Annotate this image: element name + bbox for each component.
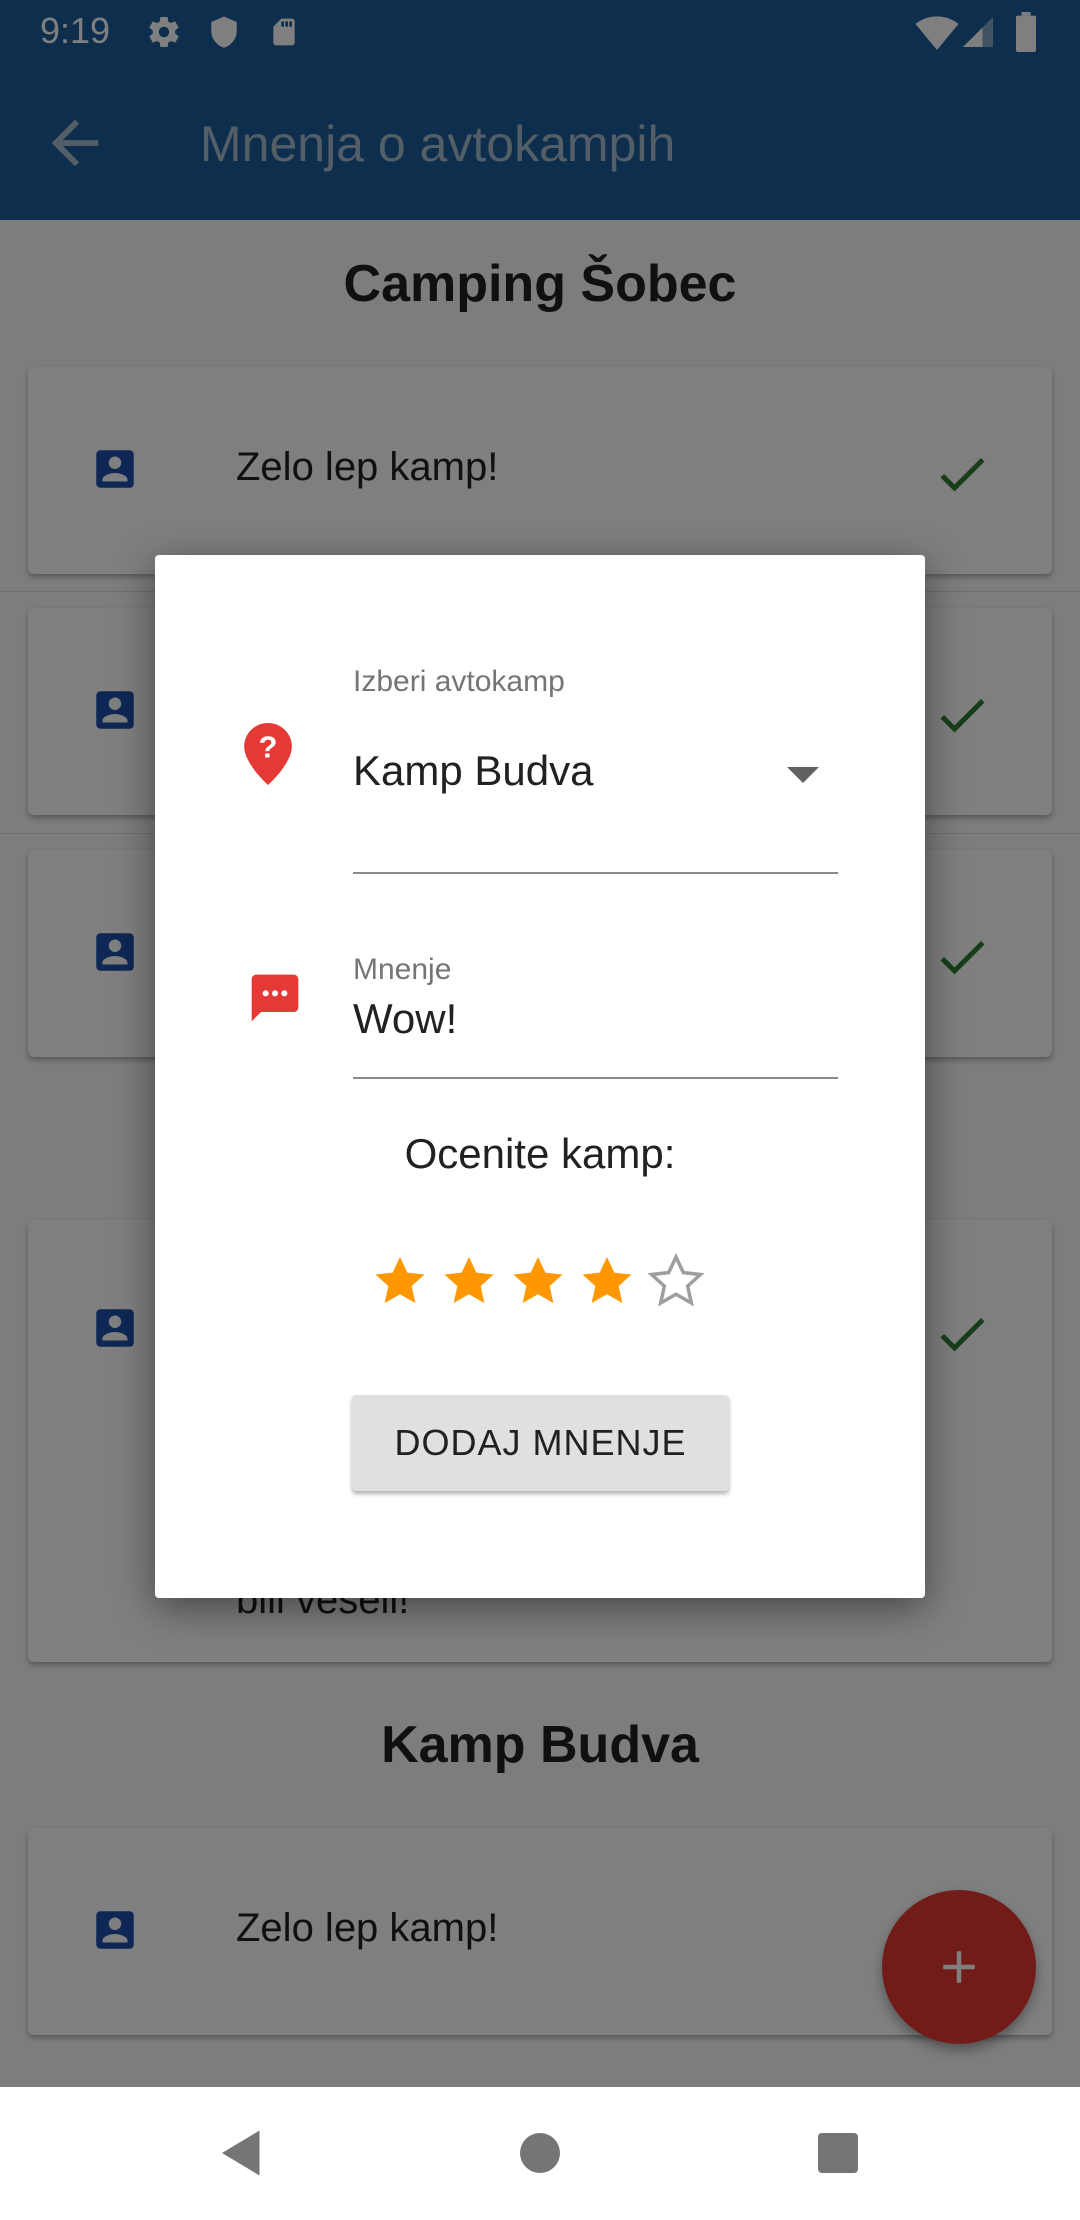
navigation-bar: [0, 2087, 1080, 2220]
camp-select-label: Izberi avtokamp: [353, 665, 565, 698]
camp-select-value[interactable]: Kamp Budva: [353, 747, 593, 795]
star-empty-icon[interactable]: [646, 1252, 706, 1312]
add-review-button[interactable]: DODAJ MNENJE: [352, 1395, 729, 1491]
camp-select-underline: [353, 872, 838, 874]
svg-text:?: ?: [259, 730, 278, 765]
rating-label: Ocenite kamp:: [404, 1130, 676, 1177]
star-filled-icon[interactable]: [577, 1252, 637, 1312]
place-help-icon: ?: [243, 723, 293, 790]
add-review-dialog: ? Izberi avtokamp Kamp Budva Mnenje Wow!…: [155, 555, 925, 1598]
review-field-label: Mnenje: [353, 953, 452, 986]
star-filled-icon[interactable]: [370, 1252, 430, 1312]
star-filled-icon[interactable]: [508, 1252, 568, 1312]
nav-home-icon[interactable]: [510, 2123, 570, 2183]
review-field-value[interactable]: Wow!: [353, 995, 457, 1043]
message-icon: [247, 970, 303, 1031]
star-filled-icon[interactable]: [439, 1252, 499, 1312]
nav-recents-icon[interactable]: [808, 2123, 868, 2183]
rating-bar[interactable]: [370, 1252, 710, 1316]
nav-back-icon[interactable]: [212, 2123, 272, 2183]
review-field-underline: [353, 1077, 838, 1079]
chevron-down-icon[interactable]: [787, 767, 819, 783]
